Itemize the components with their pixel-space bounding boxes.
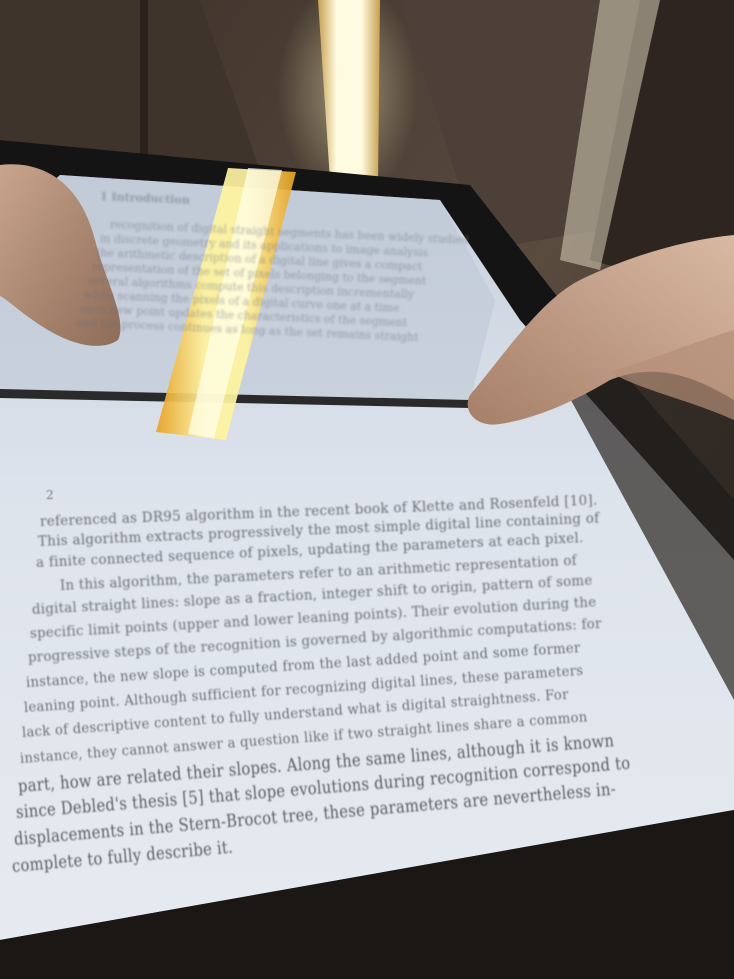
scene-background xyxy=(0,0,734,979)
photo-scene: 1 Introduction recognition of digital st… xyxy=(0,0,734,979)
